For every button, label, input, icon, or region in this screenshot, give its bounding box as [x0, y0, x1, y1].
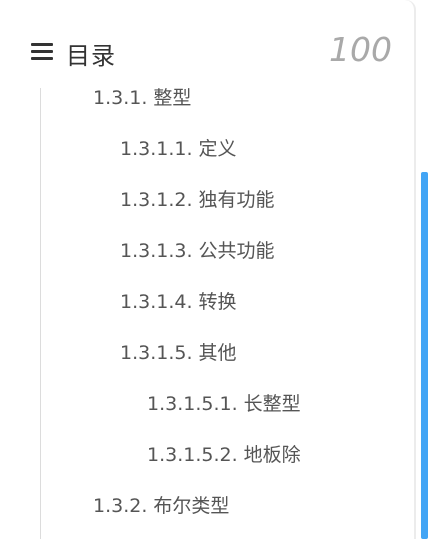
toc-panel: 目录 100 1.3.1. 整型 1.3.1.1. 定义 1.3.1.2. 独有…: [0, 0, 415, 539]
toc-item[interactable]: 1.3.1.5.2. 地板除: [147, 440, 301, 467]
hamburger-menu-icon[interactable]: [31, 43, 53, 61]
toc-item[interactable]: 1.3.2. 布尔类型: [93, 491, 229, 518]
toc-item[interactable]: 1.3.1. 整型: [93, 83, 191, 110]
reading-progress: 100: [329, 30, 392, 69]
toc-item[interactable]: 1.3.1.5. 其他: [120, 338, 237, 365]
toc-item[interactable]: 1.3.1.3. 公共功能: [120, 236, 275, 263]
toc-item[interactable]: 1.3.1.5.1. 长整型: [147, 389, 301, 416]
scrollbar-thumb[interactable]: [421, 172, 428, 539]
toc-item[interactable]: 1.3.1.2. 独有功能: [120, 185, 275, 212]
toc-tree-line: [40, 88, 41, 539]
toc-header: 目录 100: [0, 26, 414, 80]
toc-item[interactable]: 1.3.1.4. 转换: [120, 287, 237, 314]
toc-title: 目录: [66, 42, 116, 70]
toc-item[interactable]: 1.3.1.1. 定义: [120, 134, 237, 161]
